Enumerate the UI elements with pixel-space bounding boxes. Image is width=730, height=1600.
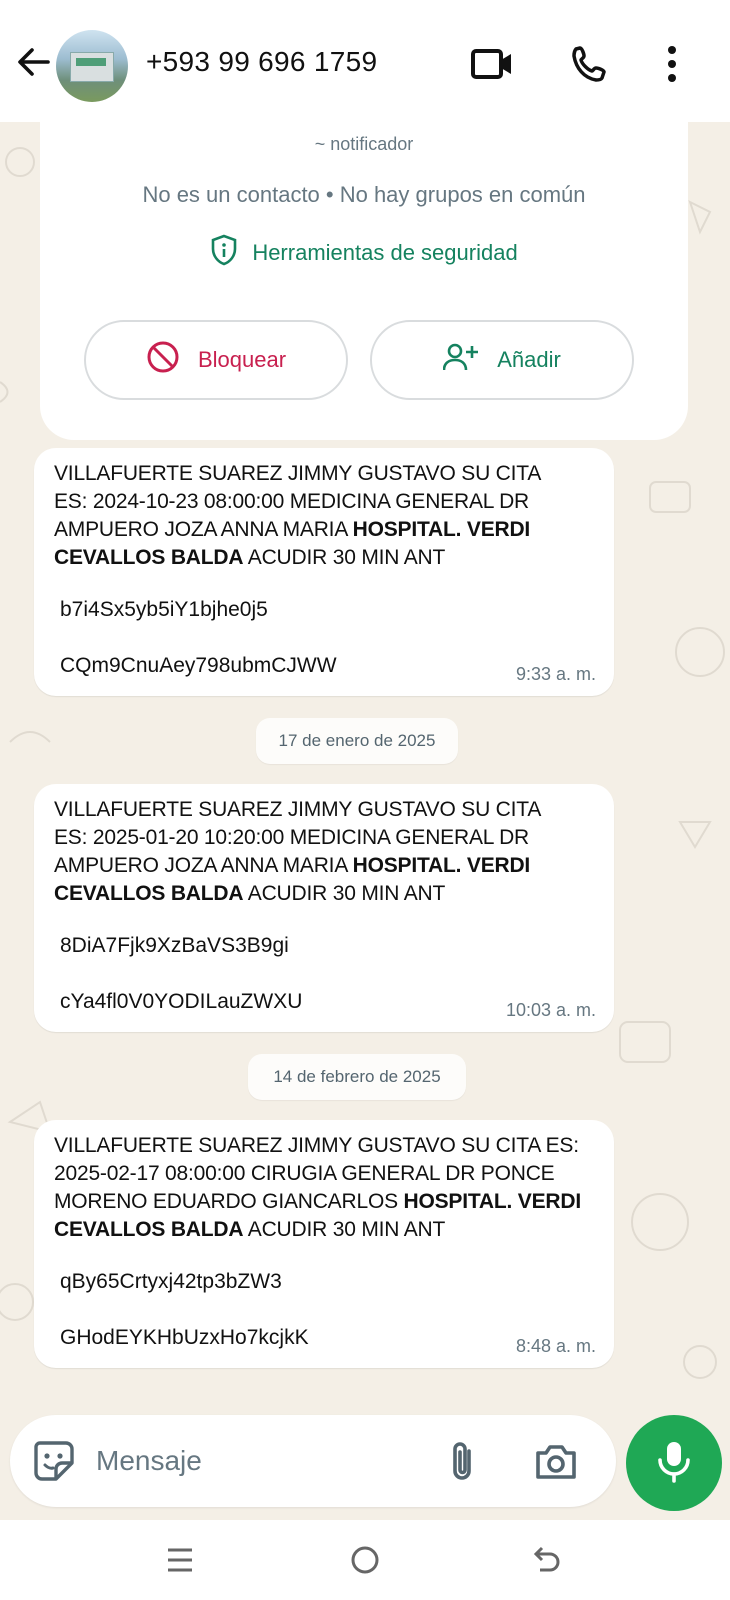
message-code: b7i4Sx5yb5iY1bjhe0j5 — [60, 598, 268, 621]
message-composer[interactable]: Mensaje — [10, 1415, 616, 1507]
security-tools-label: Herramientas de seguridad — [252, 240, 518, 265]
message-timestamp: 10:03 a. m. — [505, 1000, 596, 1020]
contact-avatar[interactable] — [56, 30, 128, 102]
message-text-span: ACUDIR 30 MIN ANT — [243, 882, 446, 905]
message-bold-span: HOSPITAL. VERDI — [403, 1190, 582, 1213]
message-line: VILLAFUERTE SUAREZ JIMMY GUSTAVO SU CITA — [54, 462, 542, 485]
message-code: 8DiA7Fjk9XzBaVS3B9gi — [60, 934, 289, 957]
chat-header: +593 99 696 1759 — [0, 0, 730, 122]
not-a-contact-label: No es un contacto • No hay grupos en com… — [142, 182, 586, 207]
avatar-building-band — [76, 58, 106, 66]
camera-icon[interactable] — [532, 1437, 580, 1485]
message-bubble[interactable]: VILLAFUERTE SUAREZ JIMMY GUSTAVO SU CITA… — [34, 1120, 614, 1368]
system-navbar — [0, 1520, 730, 1600]
date-divider: 17 de enero de 2025 — [256, 718, 458, 764]
message-line: ES: 2025-01-20 10:20:00 MEDICINA GENERAL… — [54, 826, 530, 849]
message-line: CEVALLOS BALDA ACUDIR 30 MIN ANT — [54, 880, 604, 908]
add-label: Añadir — [497, 347, 561, 372]
mic-icon — [656, 1439, 692, 1488]
add-person-icon — [442, 342, 479, 378]
contact-info-card: ~ notificador No es un contacto • No hay… — [40, 122, 688, 440]
contact-name[interactable]: +593 99 696 1759 — [146, 46, 377, 78]
message-line: AMPUERO JOZA ANNA MARIA HOSPITAL. VERDI — [54, 852, 604, 880]
message-text: VILLAFUERTE SUAREZ JIMMY GUSTAVO SU CITA… — [54, 1132, 604, 1244]
message-bubble[interactable]: VILLAFUERTE SUAREZ JIMMY GUSTAVO SU CITA… — [34, 784, 614, 1032]
message-line: AMPUERO JOZA ANNA MARIA HOSPITAL. VERDI — [54, 516, 604, 544]
message-line: CEVALLOS BALDA ACUDIR 30 MIN ANT — [54, 1216, 604, 1244]
message-text-span: AMPUERO JOZA ANNA MARIA — [54, 854, 353, 877]
notifier-name: ~ notificador — [314, 134, 414, 154]
message-line: MORENO EDUARDO GIANCARLOS HOSPITAL. VERD… — [54, 1188, 604, 1216]
message-code: qBy65Crtyxj42tp3bZW3 — [60, 1270, 282, 1293]
message-bold-span: CEVALLOS BALDA — [54, 1218, 244, 1241]
sticker-icon[interactable] — [30, 1437, 78, 1485]
message-text-span: MORENO EDUARDO GIANCARLOS — [54, 1190, 404, 1213]
message-line: VILLAFUERTE SUAREZ JIMMY GUSTAVO SU CITA… — [54, 1134, 579, 1157]
recent-apps-icon[interactable] — [156, 1536, 204, 1584]
block-button[interactable]: Bloquear — [84, 320, 348, 400]
message-bold-span: HOSPITAL. VERDI — [352, 518, 531, 541]
message-line: ES: 2024-10-23 08:00:00 MEDICINA GENERAL… — [54, 490, 530, 513]
message-timestamp: 9:33 a. m. — [515, 664, 596, 684]
back-arrow-icon[interactable] — [12, 40, 56, 84]
message-line: CEVALLOS BALDA ACUDIR 30 MIN ANT — [54, 544, 604, 572]
message-input[interactable]: Mensaje — [96, 1445, 202, 1477]
message-text: VILLAFUERTE SUAREZ JIMMY GUSTAVO SU CITA… — [54, 796, 604, 908]
avatar-building — [70, 52, 114, 82]
security-tools-link[interactable]: Herramientas de seguridad — [40, 234, 688, 272]
message-text-span: AMPUERO JOZA ANNA MARIA — [54, 518, 353, 541]
block-icon — [146, 340, 180, 380]
message-line: 2025-02-17 08:00:00 CIRUGIA GENERAL DR P… — [54, 1162, 555, 1185]
message-code: GHodEYKHbUzxHo7kcjkK — [60, 1326, 309, 1349]
more-vert-icon[interactable] — [648, 40, 696, 88]
shield-info-icon — [210, 234, 238, 272]
message-text: VILLAFUERTE SUAREZ JIMMY GUSTAVO SU CITA… — [54, 460, 604, 572]
block-label: Bloquear — [197, 347, 287, 372]
message-text-span: ACUDIR 30 MIN ANT — [243, 546, 446, 569]
back-icon[interactable] — [524, 1536, 572, 1584]
home-icon[interactable] — [341, 1536, 389, 1584]
message-bold-span: CEVALLOS BALDA — [54, 546, 244, 569]
mic-button[interactable] — [626, 1415, 722, 1511]
chat-area[interactable]: ~ notificador No es un contacto • No hay… — [0, 122, 730, 1412]
message-bold-span: HOSPITAL. VERDI — [352, 854, 531, 877]
message-timestamp: 8:48 a. m. — [515, 1336, 596, 1356]
message-line: VILLAFUERTE SUAREZ JIMMY GUSTAVO SU CITA — [54, 798, 542, 821]
add-contact-button[interactable]: Añadir — [370, 320, 634, 400]
message-bubble[interactable]: VILLAFUERTE SUAREZ JIMMY GUSTAVO SU CITA… — [34, 448, 614, 696]
message-bold-span: CEVALLOS BALDA — [54, 882, 244, 905]
message-code: cYa4fl0V0YODILauZWXU — [60, 990, 303, 1013]
video-call-icon[interactable] — [468, 40, 516, 88]
message-text-span: ACUDIR 30 MIN ANT — [243, 1218, 446, 1241]
message-code: CQm9CnuAey798ubmCJWW — [60, 654, 337, 677]
date-divider: 14 de febrero de 2025 — [248, 1054, 466, 1100]
attach-icon[interactable] — [438, 1437, 486, 1485]
phone-icon[interactable] — [566, 40, 614, 88]
